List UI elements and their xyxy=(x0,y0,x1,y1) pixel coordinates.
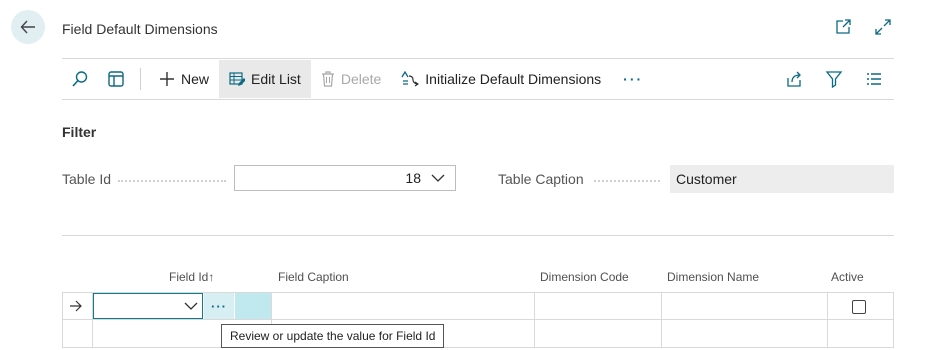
chevron-down-icon xyxy=(431,174,445,182)
field-id-lookup-button[interactable]: ··· xyxy=(204,293,234,319)
edit-list-button[interactable]: Edit List xyxy=(219,60,311,98)
arrow-right-icon xyxy=(67,297,85,315)
table-id-field[interactable]: 18 xyxy=(234,165,456,191)
more-actions-button[interactable]: ··· xyxy=(611,60,655,98)
column-header-dimension-name[interactable]: Dimension Name xyxy=(667,270,759,284)
table-id-label: Table Id xyxy=(62,171,112,187)
grid-line xyxy=(661,292,662,348)
open-new-window-icon[interactable] xyxy=(834,18,852,36)
column-header-field-id[interactable]: Field Id↑ xyxy=(169,270,214,284)
edit-list-icon xyxy=(229,72,246,86)
plus-icon xyxy=(160,72,174,86)
field-id-header-label: Field Id xyxy=(169,270,209,284)
section-divider xyxy=(62,235,894,236)
filter-icon[interactable] xyxy=(816,60,852,98)
column-header-active[interactable]: Active xyxy=(831,270,864,284)
column-header-field-caption[interactable]: Field Caption xyxy=(278,270,349,284)
arrow-left-icon xyxy=(20,20,35,34)
trash-icon xyxy=(321,71,334,87)
column-header-dimension-code[interactable]: Dimension Code xyxy=(540,270,629,284)
sort-ascending-icon: ↑ xyxy=(208,270,215,284)
table-caption-field: Customer xyxy=(670,165,894,193)
filter-section-title: Filter xyxy=(62,124,97,140)
field-id-tooltip: Review or update the value for Field Id xyxy=(221,324,445,348)
table-row[interactable]: ··· xyxy=(62,292,894,320)
table-id-value: 18 xyxy=(405,170,421,186)
grid-line xyxy=(92,292,93,348)
field-id-cell-highlight xyxy=(235,293,271,319)
table-row[interactable] xyxy=(62,320,894,348)
action-bar: New Edit List Delete Initialize Default … xyxy=(62,58,894,100)
delete-button[interactable]: Delete xyxy=(311,60,391,98)
grid-line xyxy=(534,292,535,348)
table-caption-dots xyxy=(594,178,660,182)
initialize-label: Initialize Default Dimensions xyxy=(425,71,602,87)
table-caption-label: Table Caption xyxy=(498,171,584,187)
new-button[interactable]: New xyxy=(149,60,219,98)
field-id-input[interactable] xyxy=(93,293,203,319)
initialize-icon xyxy=(401,71,420,87)
edit-list-label: Edit List xyxy=(251,71,301,87)
table-id-dots xyxy=(118,178,226,182)
view-layout-icon[interactable] xyxy=(98,60,134,98)
active-checkbox[interactable] xyxy=(852,300,866,314)
back-button[interactable] xyxy=(11,10,45,44)
grid-line xyxy=(827,292,828,348)
delete-label: Delete xyxy=(340,71,382,87)
page-title: Field Default Dimensions xyxy=(62,21,218,37)
initialize-default-dimensions-button[interactable]: Initialize Default Dimensions xyxy=(391,60,611,98)
search-icon[interactable] xyxy=(62,60,98,98)
list-view-icon[interactable] xyxy=(856,60,892,98)
chevron-down-icon xyxy=(184,302,198,310)
toolbar-separator xyxy=(140,68,141,90)
grid-line xyxy=(893,292,894,348)
share-icon[interactable] xyxy=(776,60,812,98)
expand-icon[interactable] xyxy=(874,18,892,36)
new-label: New xyxy=(181,71,210,87)
grid-line xyxy=(62,292,63,348)
